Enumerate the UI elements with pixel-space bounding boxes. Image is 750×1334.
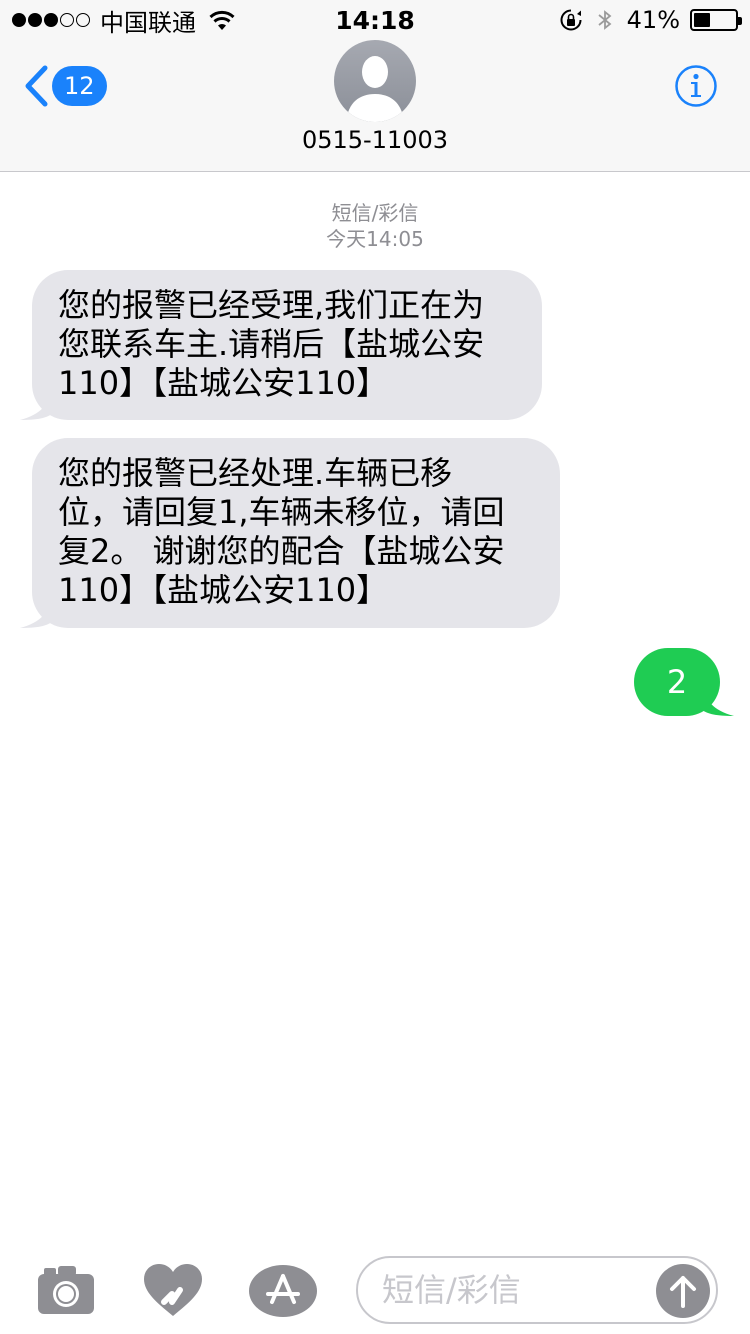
battery-percent: 41% bbox=[626, 6, 680, 34]
message-input[interactable] bbox=[382, 1266, 632, 1314]
bluetooth-icon bbox=[598, 10, 612, 30]
unread-badge: 12 bbox=[52, 66, 107, 106]
message-line: 您的报警已经受理,我们正在为 bbox=[58, 286, 485, 324]
chevron-left-icon bbox=[25, 65, 48, 107]
status-bar: 中国联通 14:18 41% bbox=[0, 0, 750, 40]
message-field[interactable] bbox=[356, 1256, 718, 1324]
thread-type-label: 短信/彩信 bbox=[331, 201, 419, 225]
status-right: 41% bbox=[559, 6, 742, 34]
message-line: 您的报警已经处理.车辆已移 bbox=[58, 454, 453, 492]
message-line: 110】【盐城公安110】 bbox=[58, 364, 389, 402]
message-line: 复2。 谢谢您的配合【盐城公安 bbox=[58, 532, 505, 570]
contact-name[interactable]: 0515-11003 bbox=[0, 126, 750, 154]
info-icon[interactable] bbox=[674, 64, 718, 108]
back-button[interactable]: 12 bbox=[22, 64, 107, 108]
message-line: 您联系车主.请稍后【盐城公安 bbox=[58, 325, 485, 363]
conversation-header: 12 0515-11003 bbox=[0, 40, 750, 172]
battery-icon bbox=[690, 9, 742, 31]
thread-timestamp: 今天14:05 bbox=[326, 227, 424, 251]
camera-icon[interactable] bbox=[36, 1264, 96, 1316]
arrow-up-icon bbox=[670, 1276, 696, 1308]
contact-avatar[interactable] bbox=[334, 40, 416, 122]
outgoing-message-bubble[interactable]: 2 bbox=[634, 648, 734, 716]
message-text: 2 bbox=[666, 663, 688, 701]
message-line: 110】【盐城公安110】 bbox=[58, 571, 389, 609]
bubble-tail bbox=[20, 598, 52, 628]
compose-bar bbox=[0, 1246, 750, 1334]
message-line: 位，请回复1,车辆未移位，请回 bbox=[58, 493, 505, 531]
person-icon bbox=[346, 56, 404, 122]
send-button[interactable] bbox=[656, 1264, 710, 1318]
app-store-icon[interactable] bbox=[248, 1264, 318, 1318]
thread-header: 短信/彩信 今天14:05 bbox=[0, 200, 750, 252]
heart-icon[interactable] bbox=[142, 1262, 204, 1318]
bubble-tail bbox=[20, 390, 52, 420]
battery-level bbox=[694, 13, 710, 27]
incoming-message-bubble[interactable]: 您的报警已经受理,我们正在为 您联系车主.请稍后【盐城公安 110】【盐城公安1… bbox=[20, 270, 542, 420]
rotation-lock-icon bbox=[560, 9, 582, 31]
bubble-tail bbox=[702, 686, 734, 716]
incoming-message-bubble[interactable]: 您的报警已经处理.车辆已移 位，请回复1,车辆未移位，请回 复2。 谢谢您的配合… bbox=[20, 438, 560, 628]
